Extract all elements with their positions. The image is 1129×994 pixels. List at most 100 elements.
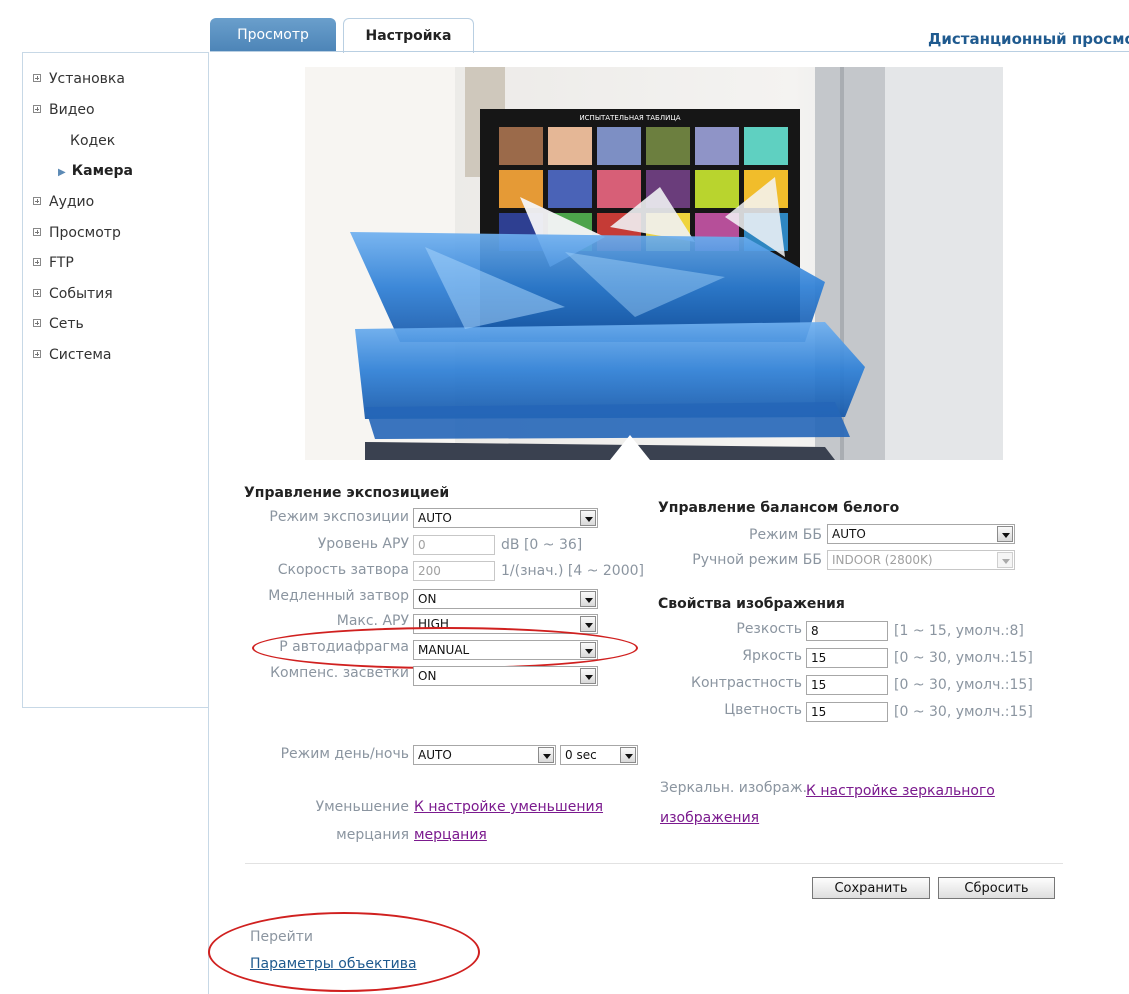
color-swatch — [499, 170, 543, 208]
slow-shutter-value: ON — [418, 592, 437, 606]
chevron-down-icon — [580, 510, 596, 526]
backlight-compensation-select[interactable]: ON — [413, 666, 598, 686]
sidebar-item-ftp[interactable]: FTP — [33, 255, 74, 271]
exposure-mode-select[interactable]: AUTO — [413, 508, 598, 528]
wb-mode-value: AUTO — [832, 527, 866, 541]
agc-level-input[interactable]: 0 — [413, 535, 495, 555]
mirror-label: Зеркальн. изображ. — [660, 780, 808, 796]
sidebar-item-preview[interactable]: Просмотр — [33, 225, 121, 241]
slow-shutter-label: Медленный затвор — [268, 588, 409, 604]
white-balance-section-title: Управление балансом белого — [658, 500, 900, 516]
expand-icon — [33, 319, 41, 327]
arrow-right-icon: ▶ — [58, 167, 66, 178]
save-button[interactable]: Сохранить — [812, 877, 930, 899]
backlight-compensation-label: Компенс. засветки — [270, 665, 409, 681]
remote-view-title[interactable]: Дистанционный просмотр — [928, 30, 1129, 48]
lens-settings-link[interactable]: Параметры объектива — [250, 956, 417, 972]
mirror-settings-link-line2[interactable]: изображения — [660, 810, 759, 826]
chevron-down-icon — [580, 642, 596, 658]
color-swatch — [597, 127, 641, 165]
camera-preview: ИСПЫТАТЕЛЬНАЯ ТАБЛИЦА — [305, 67, 1003, 460]
sidebar-subitem-camera[interactable]: ▶ Камера — [58, 163, 133, 179]
flicker-settings-link-line2[interactable]: мерцания — [414, 827, 487, 843]
expand-icon — [33, 105, 41, 113]
sidebar-item-label: Сеть — [49, 316, 84, 332]
sidebar-item-network[interactable]: Сеть — [33, 316, 84, 332]
brightness-input[interactable]: 15 — [806, 648, 888, 668]
sidebar-item-label: События — [49, 286, 113, 302]
day-night-value: AUTO — [418, 748, 452, 762]
image-props-section-title: Свойства изображения — [658, 596, 845, 612]
reset-button[interactable]: Сбросить — [938, 877, 1055, 899]
chart-header-text: ИСПЫТАТЕЛЬНАЯ ТАБЛИЦА — [579, 114, 680, 122]
color-swatch — [646, 127, 690, 165]
wb-mode-label: Режим ББ — [749, 527, 822, 543]
color-swatch — [695, 170, 739, 208]
saturation-hint: [0 ~ 30, умолч.:15] — [894, 704, 1033, 720]
sidebar-item-video[interactable]: Видео — [33, 102, 95, 118]
wb-manual-select[interactable]: INDOOR (2800K) — [827, 550, 1015, 570]
mirror-settings-link[interactable]: К настройке зеркального — [806, 783, 995, 799]
auto-iris-label: Р автодиафрагма — [279, 639, 409, 655]
saturation-label: Цветность — [724, 702, 802, 718]
tab-view[interactable]: Просмотр — [210, 18, 336, 52]
highlight-oval-lens — [208, 912, 480, 992]
tab-bar: Просмотр Настройка Дистанционный просмот… — [0, 0, 1129, 53]
sidebar-item-install[interactable]: Установка — [33, 71, 125, 87]
camera-scene: ИСПЫТАТЕЛЬНАЯ ТАБЛИЦА — [305, 67, 1003, 460]
color-swatch — [695, 127, 739, 165]
tab-underline — [210, 51, 1129, 52]
agc-level-hint: dB [0 ~ 36] — [501, 537, 583, 553]
tab-setup[interactable]: Настройка — [343, 18, 474, 53]
chevron-down-icon — [997, 526, 1013, 542]
max-agc-select[interactable]: HIGH — [413, 614, 598, 634]
wb-manual-label: Ручной режим ББ — [692, 552, 822, 568]
chevron-down-icon — [580, 668, 596, 684]
auto-iris-select[interactable]: MANUAL — [413, 640, 598, 660]
sidebar-subitem-label: Камера — [71, 163, 134, 179]
slow-shutter-select[interactable]: ON — [413, 589, 598, 609]
chevron-down-icon — [620, 747, 636, 763]
wb-mode-select[interactable]: AUTO — [827, 524, 1015, 544]
sidebar-item-label: Аудио — [49, 194, 95, 210]
chevron-down-icon — [580, 591, 596, 607]
auto-iris-value: MANUAL — [418, 643, 470, 657]
day-night-delay-value: 0 sec — [565, 748, 597, 762]
expand-icon — [33, 197, 41, 205]
flicker-settings-link[interactable]: К настройке уменьшения — [414, 799, 603, 815]
wb-manual-value: INDOOR (2800K) — [832, 553, 933, 567]
sidebar-item-label: Система — [49, 347, 112, 363]
backlight-compensation-value: ON — [418, 669, 437, 683]
goto-label: Перейти — [250, 929, 313, 945]
agc-level-label: Уровень АРУ — [317, 536, 409, 552]
sidebar-item-label: Просмотр — [49, 225, 121, 241]
sidebar-item-audio[interactable]: Аудио — [33, 194, 94, 210]
sidebar-subitem-codec[interactable]: Кодек — [70, 133, 115, 149]
shutter-speed-hint: 1/(знач.) [4 ~ 2000] — [501, 563, 644, 579]
sharpness-input[interactable]: 8 — [806, 621, 888, 641]
color-swatch — [744, 127, 788, 165]
day-night-delay-select[interactable]: 0 sec — [560, 745, 638, 765]
shutter-speed-input[interactable]: 200 — [413, 561, 495, 581]
expand-icon — [33, 350, 41, 358]
saturation-input[interactable]: 15 — [806, 702, 888, 722]
brightness-label: Яркость — [742, 648, 802, 664]
max-agc-label: Макс. АРУ — [336, 613, 409, 629]
day-night-select[interactable]: AUTO — [413, 745, 556, 765]
sharpness-hint: [1 ~ 15, умолч.:8] — [894, 623, 1024, 639]
exposure-section-title: Управление экспозицией — [244, 485, 450, 501]
contrast-input[interactable]: 15 — [806, 675, 888, 695]
chevron-down-icon — [580, 616, 596, 632]
expand-icon — [33, 74, 41, 82]
sidebar-item-system[interactable]: Система — [33, 347, 111, 363]
contrast-hint: [0 ~ 30, умолч.:15] — [894, 677, 1033, 693]
sidebar-item-label: Установка — [49, 71, 125, 87]
sidebar-item-label: Видео — [49, 102, 95, 118]
shutter-speed-label: Скорость затвора — [277, 562, 409, 578]
expand-icon — [33, 258, 41, 266]
sidebar-item-events[interactable]: События — [33, 286, 113, 302]
divider — [245, 863, 1063, 864]
sidebar-item-label: FTP — [49, 255, 74, 271]
expand-icon — [33, 228, 41, 236]
contrast-label: Контрастность — [691, 675, 802, 691]
